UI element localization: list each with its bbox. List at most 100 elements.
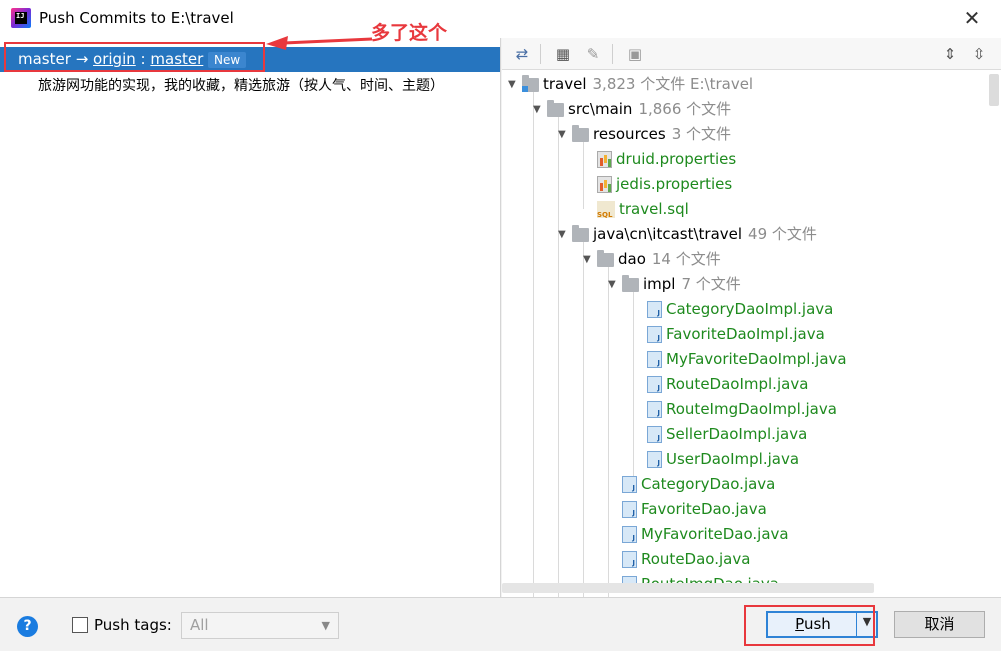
window-title: Push Commits to E:\travel — [39, 9, 234, 27]
commits-panel: master → origin : master New 旅游网功能的实现，我的… — [0, 38, 501, 597]
push-button-label: Push — [795, 615, 831, 633]
tree-file-row[interactable]: RouteDaoImpl.java — [633, 372, 808, 397]
tree-item-name: FavoriteDao.java — [641, 500, 767, 518]
sql-file-icon — [597, 201, 615, 219]
toolbar-separator — [612, 44, 613, 64]
folder-icon — [572, 124, 589, 142]
tree-file-row[interactable]: SellerDaoImpl.java — [633, 422, 807, 447]
branch-row[interactable]: master → origin : master New — [0, 47, 500, 72]
tree-item-file-count: 1,866 个文件 — [638, 100, 732, 118]
tags-select[interactable]: All ▼ — [181, 612, 339, 639]
tree-file-row[interactable]: FavoriteDaoImpl.java — [633, 322, 825, 347]
chevron-down-icon[interactable]: ▼ — [508, 72, 522, 97]
tree-file-row[interactable]: FavoriteDao.java — [608, 497, 767, 522]
java-file-icon — [647, 401, 662, 418]
expand-collapse-icon[interactable]: ⇄ — [511, 43, 533, 65]
tree-file-row[interactable]: UserDaoImpl.java — [633, 447, 799, 472]
folder-icon — [572, 224, 589, 242]
tree-guide-line — [583, 234, 584, 597]
tree-item-file-count: 3,823 个文件 E:\travel — [592, 75, 754, 93]
dialog-footer: ? Push tags: All ▼ Push ▼ 取消 — [0, 597, 1001, 651]
tree-folder-row[interactable]: ▼ travel 3,823 个文件 E:\travel — [508, 72, 753, 97]
tree-item-name: MyFavoriteDaoImpl.java — [666, 350, 847, 368]
chevron-down-icon[interactable]: ▼ — [558, 122, 572, 147]
tree-item-name: dao — [618, 250, 646, 268]
changes-toolbar: ⇄ ▦ ✎ ▣ ⇕ ⇳ — [502, 38, 1001, 70]
java-file-icon — [647, 376, 662, 393]
tree-item-name: FavoriteDaoImpl.java — [666, 325, 825, 343]
remote-branch-link[interactable]: master — [150, 50, 203, 68]
annotation-text: 多了这个 — [371, 22, 448, 44]
chevron-down-icon[interactable]: ▼ — [583, 247, 597, 272]
local-branch: master — [18, 50, 71, 68]
help-button[interactable]: ? — [17, 616, 38, 637]
tree-folder-row[interactable]: ▼ resources 3 个文件 — [558, 122, 731, 147]
tree-file-row[interactable]: druid.properties — [583, 147, 736, 172]
tree-item-name: CategoryDaoImpl.java — [666, 300, 834, 318]
expand-all-icon[interactable]: ⇕ — [939, 43, 961, 65]
title-bar: IJ Push Commits to E:\travel ✕ — [0, 0, 1001, 38]
tree-item-name: jedis.properties — [616, 175, 733, 193]
chevron-down-icon[interactable]: ▼ — [533, 97, 547, 122]
tree-folder-row[interactable]: ▼ src\main 1,866 个文件 — [533, 97, 731, 122]
tree-file-row[interactable]: travel.sql — [583, 197, 689, 222]
tree-item-name: RouteImgDaoImpl.java — [666, 400, 837, 418]
java-file-icon — [647, 326, 662, 343]
tags-select-value: All — [190, 616, 209, 634]
tree-item-name: impl — [643, 275, 676, 293]
tree-item-file-count: 7 个文件 — [681, 275, 741, 293]
edit-icon[interactable]: ✎ — [582, 43, 604, 65]
push-dropdown-chevron-icon[interactable]: ▼ — [858, 615, 876, 628]
collapse-all-icon[interactable]: ⇳ — [968, 43, 990, 65]
chevron-down-icon[interactable]: ▼ — [558, 222, 572, 247]
toolbar-separator — [540, 44, 541, 64]
tree-item-name: SellerDaoImpl.java — [666, 425, 808, 443]
chevron-down-icon: ▼ — [321, 619, 330, 632]
tree-item-name: travel — [543, 75, 587, 93]
tree-item-file-count: 3 个文件 — [671, 125, 732, 143]
java-file-icon — [622, 551, 637, 568]
tree-file-row[interactable]: MyFavoriteDao.java — [608, 522, 789, 547]
vertical-scrollbar[interactable] — [989, 74, 999, 106]
tree-item-name: druid.properties — [616, 150, 737, 168]
remote-separator: : — [140, 50, 146, 68]
push-arrow: → — [75, 50, 89, 68]
tree-item-name: RouteDao.java — [641, 550, 751, 568]
preview-icon[interactable]: ▣ — [624, 43, 646, 65]
chevron-down-icon[interactable]: ▼ — [608, 272, 622, 297]
tree-file-row[interactable]: RouteImgDaoImpl.java — [633, 397, 837, 422]
tree-guide-line — [558, 109, 559, 597]
tree-file-row[interactable]: CategoryDaoImpl.java — [633, 297, 833, 322]
tree-item-name: travel.sql — [619, 200, 689, 218]
push-split-divider — [856, 613, 857, 636]
properties-file-icon — [597, 176, 612, 193]
tree-folder-row[interactable]: ▼ java\cn\itcast\travel 49 个文件 — [558, 222, 817, 247]
tree-file-row[interactable]: jedis.properties — [583, 172, 732, 197]
tree-guide-line — [533, 84, 534, 597]
tree-file-row[interactable]: RouteDao.java — [608, 547, 750, 572]
commit-message[interactable]: 旅游网功能的实现，我的收藏，精选旅游（按人气、时间、主题） — [38, 75, 444, 95]
tree-file-row[interactable]: MyFavoriteDaoImpl.java — [633, 347, 847, 372]
cancel-button[interactable]: 取消 — [894, 611, 985, 638]
new-branch-badge: New — [208, 52, 247, 68]
tree-item-name: resources — [593, 125, 666, 143]
push-button[interactable]: Push ▼ — [766, 611, 878, 638]
tree-folder-row[interactable]: ▼ impl 7 个文件 — [608, 272, 741, 297]
java-file-icon — [647, 451, 662, 468]
remote-name-link[interactable]: origin — [93, 50, 136, 68]
properties-file-icon — [597, 151, 612, 168]
horizontal-scrollbar[interactable] — [502, 583, 874, 593]
tree-folder-row[interactable]: ▼ dao 14 个文件 — [583, 247, 721, 272]
tree-file-row[interactable]: CategoryDao.java — [608, 472, 775, 497]
folder-icon — [547, 99, 564, 117]
changed-files-tree: ▼ travel 3,823 个文件 E:\travel ▼ src\main 1,866… — [502, 72, 987, 597]
folder-icon — [597, 249, 614, 267]
close-button[interactable]: ✕ — [958, 5, 986, 33]
push-tags-checkbox[interactable] — [72, 617, 88, 633]
tree-item-file-count: 49 个文件 — [748, 225, 817, 243]
tree-item-name: RouteDaoImpl.java — [666, 375, 809, 393]
java-file-icon — [647, 351, 662, 368]
java-file-icon — [622, 526, 637, 543]
push-tags-label: Push tags: — [94, 616, 172, 634]
group-by-icon[interactable]: ▦ — [552, 43, 574, 65]
